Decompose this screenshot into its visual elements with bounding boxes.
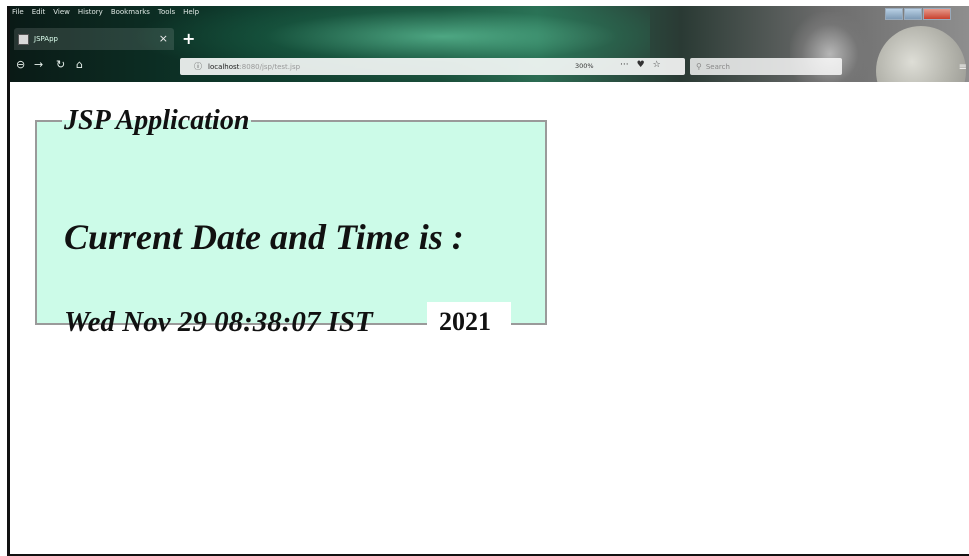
tab-bar: JSPApp × + xyxy=(10,26,969,52)
menu-file[interactable]: File xyxy=(12,8,24,22)
search-box[interactable]: ⚲ Search xyxy=(690,58,842,75)
menu-edit[interactable]: Edit xyxy=(32,8,46,22)
menu-tools[interactable]: Tools xyxy=(158,8,175,22)
url-host: localhost xyxy=(208,62,240,71)
maximize-button[interactable] xyxy=(904,8,922,20)
hamburger-menu-icon[interactable]: ≡ xyxy=(959,62,967,73)
close-window-button[interactable] xyxy=(923,8,951,20)
window-controls xyxy=(885,8,951,20)
new-tab-plus-icon[interactable]: + xyxy=(182,29,195,48)
menu-bar: File Edit View History Bookmarks Tools H… xyxy=(10,8,199,22)
menu-history[interactable]: History xyxy=(78,8,103,22)
site-info-icon[interactable]: ⓘ xyxy=(194,61,202,72)
reload-icon[interactable]: ↻ xyxy=(56,58,65,71)
fieldset-legend: JSP Application xyxy=(64,105,250,136)
menu-view[interactable]: View xyxy=(53,8,70,22)
address-bar[interactable]: ⓘ localhost :8080/jsp/test.jsp 300% ··· … xyxy=(180,58,685,75)
current-datetime: Wed Nov 29 08:38:07 IST xyxy=(64,306,373,338)
current-year: 2021 xyxy=(427,302,511,342)
zoom-level[interactable]: 300% xyxy=(575,62,594,70)
page-content: JSP Application Current Date and Time is… xyxy=(10,82,969,554)
page-actions: ··· ♥ ☆ xyxy=(620,60,661,70)
search-icon: ⚲ xyxy=(696,62,702,71)
forward-arrow-icon[interactable]: → xyxy=(34,58,43,71)
navigation-bar: ⊖ → ↻ ⌂ ⓘ localhost :8080/jsp/test.jsp 3… xyxy=(10,54,969,80)
pocket-icon[interactable]: ♥ xyxy=(637,60,645,70)
jsp-application-fieldset: JSP Application Current Date and Time is… xyxy=(35,105,547,342)
minimize-button[interactable] xyxy=(885,8,903,20)
page-actions-menu-icon[interactable]: ··· xyxy=(620,60,629,70)
browser-window: File Edit View History Bookmarks Tools H… xyxy=(7,6,969,556)
tab-title: JSPApp xyxy=(34,35,58,43)
bookmark-star-icon[interactable]: ☆ xyxy=(653,60,661,70)
browser-chrome: File Edit View History Bookmarks Tools H… xyxy=(10,6,969,82)
url-path: :8080/jsp/test.jsp xyxy=(239,62,301,71)
datetime-heading: Current Date and Time is : xyxy=(64,217,464,257)
page-favicon-icon xyxy=(18,33,29,45)
home-icon[interactable]: ⌂ xyxy=(76,58,83,71)
back-arrow-icon[interactable]: ⊖ xyxy=(16,58,25,71)
close-tab-icon[interactable]: × xyxy=(159,32,168,45)
menu-help[interactable]: Help xyxy=(183,8,199,22)
tab-jspapp[interactable]: JSPApp × xyxy=(14,28,174,50)
menu-bookmarks[interactable]: Bookmarks xyxy=(111,8,150,22)
search-placeholder: Search xyxy=(705,62,730,71)
